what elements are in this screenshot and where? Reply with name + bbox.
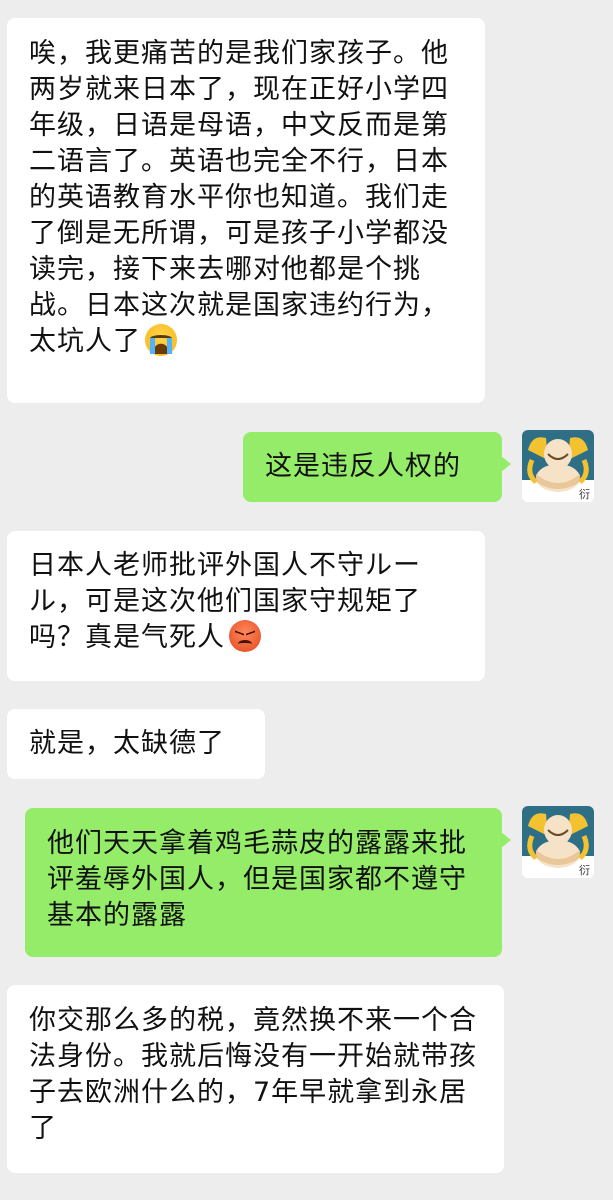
message-text: 日本人老师批评外国人不守ルール，可是这次他们国家守规矩了吗？真是气死人 <box>29 550 421 653</box>
message-text: 你交那么多的税，竟然换不来一个合法身份。我就后悔没有一开始就带孩子去欧洲什么的，… <box>29 1005 477 1144</box>
avatar[interactable]: 衍 <box>522 430 594 502</box>
message-text: 唉，我更痛苦的是我们家孩子。他两岁就来日本了，现在正好小学四年级，日语是母语，中… <box>29 38 449 357</box>
message-bubble-outgoing[interactable]: 这是违反人权的 <box>243 432 511 502</box>
message-text: 他们天天拿着鸡毛蒜皮的露露来批评羞辱外国人，但是国家都不遵守基本的露露 <box>47 828 467 931</box>
message-bubble-incoming[interactable]: 就是，太缺德了 <box>7 709 265 779</box>
message-text: 这是违反人权的 <box>265 451 461 482</box>
message-bubble-outgoing[interactable]: 他们天天拿着鸡毛蒜皮的露露来批评羞辱外国人，但是国家都不遵守基本的露露 <box>25 808 511 957</box>
message-bubble-incoming[interactable]: 日本人老师批评外国人不守ルール，可是这次他们国家守规矩了吗？真是气死人 <box>7 531 485 681</box>
chat-view[interactable]: 唉，我更痛苦的是我们家孩子。他两岁就来日本了，现在正好小学四年级，日语是母语，中… <box>0 0 613 1200</box>
crying-face-emoji-icon <box>145 324 177 356</box>
message-bubble-incoming[interactable]: 唉，我更痛苦的是我们家孩子。他两岁就来日本了，现在正好小学四年级，日语是母语，中… <box>7 18 485 403</box>
angry-face-emoji-icon <box>229 620 261 652</box>
avatar[interactable]: 衍 <box>522 806 594 878</box>
message-bubble-incoming[interactable]: 你交那么多的税，竟然换不来一个合法身份。我就后悔没有一开始就带孩子去欧洲什么的，… <box>7 985 504 1173</box>
avatar-caption: 衍 <box>579 864 590 877</box>
avatar-caption: 衍 <box>579 488 590 501</box>
message-text: 就是，太缺德了 <box>29 728 225 759</box>
